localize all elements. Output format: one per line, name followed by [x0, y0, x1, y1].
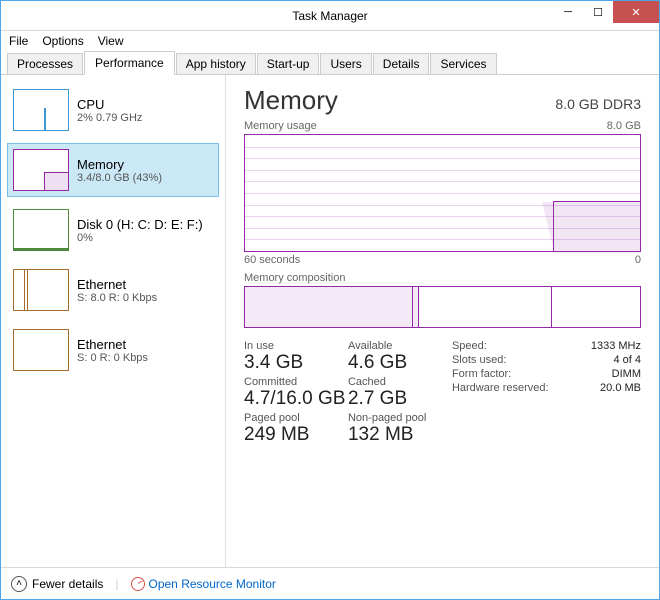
footer: ˄ Fewer details | Open Resource Monitor: [1, 567, 659, 599]
resource-monitor-icon: [131, 577, 145, 591]
sidebar-item-ethernet-1[interactable]: Ethernet S: 8.0 R: 0 Kbps: [7, 263, 219, 317]
kv-hw: Hardware reserved:20.0 MB: [452, 382, 641, 394]
window-title: Task Manager: [292, 9, 367, 23]
sidebar-text: Ethernet S: 0 R: 0 Kbps: [77, 329, 148, 371]
tab-performance[interactable]: Performance: [84, 51, 175, 75]
capacity-label: 8.0 GB DDR3: [555, 96, 641, 112]
sidebar-item-label: Ethernet: [77, 337, 148, 352]
stat-committed: Committed 4.7/16.0 GB: [244, 376, 348, 410]
stat-inuse: In use 3.4 GB: [244, 340, 348, 374]
sidebar-item-cpu[interactable]: CPU 2% 0.79 GHz: [7, 83, 219, 137]
sidebar-item-sub: 3.4/8.0 GB (43%): [77, 172, 162, 184]
comp-standby: [419, 287, 552, 327]
sidebar: CPU 2% 0.79 GHz Memory 3.4/8.0 GB (43%) …: [1, 75, 226, 567]
sidebar-item-ethernet-2[interactable]: Ethernet S: 0 R: 0 Kbps: [7, 323, 219, 377]
menubar: File Options View: [1, 31, 659, 51]
stats: In use 3.4 GB Available 4.6 GB Committed…: [244, 340, 641, 448]
main-panel: Memory 8.0 GB DDR3 Memory usage 8.0 GB: [226, 75, 659, 567]
divider: |: [115, 577, 118, 591]
stat-available: Available 4.6 GB: [348, 340, 452, 374]
ethernet-thumb-icon: [13, 269, 69, 311]
content: CPU 2% 0.79 GHz Memory 3.4/8.0 GB (43%) …: [1, 75, 659, 567]
maximize-button[interactable]: ☐: [583, 1, 613, 23]
stat-nonpaged: Non-paged pool 132 MB: [348, 412, 452, 446]
kv-speed: Speed:1333 MHz: [452, 340, 641, 352]
composition-label-row: Memory composition: [244, 272, 641, 284]
comp-inuse: [245, 287, 413, 327]
usage-label: Memory usage: [244, 120, 317, 132]
usage-max: 8.0 GB: [607, 120, 641, 132]
tab-processes[interactable]: Processes: [7, 53, 83, 74]
sidebar-text: Disk 0 (H: C: D: E: F:) 0%: [77, 209, 203, 251]
tab-users[interactable]: Users: [320, 53, 371, 74]
chevron-up-icon: ˄: [11, 576, 27, 592]
close-button[interactable]: ✕: [613, 1, 659, 23]
stats-left: In use 3.4 GB Available 4.6 GB Committed…: [244, 340, 452, 448]
stat-paged: Paged pool 249 MB: [244, 412, 348, 446]
sidebar-item-label: Disk 0 (H: C: D: E: F:): [77, 217, 203, 232]
menu-view[interactable]: View: [98, 34, 124, 48]
tabstrip: Processes Performance App history Start-…: [1, 51, 659, 75]
sidebar-text: Memory 3.4/8.0 GB (43%): [77, 149, 162, 191]
tab-services[interactable]: Services: [430, 53, 496, 74]
window-controls: ─ ☐ ✕: [553, 1, 659, 23]
time-left: 60 seconds: [244, 254, 300, 266]
sidebar-item-label: Memory: [77, 157, 162, 172]
fewer-label: Fewer details: [32, 577, 103, 591]
sidebar-item-label: Ethernet: [77, 277, 157, 292]
page-title: Memory: [244, 85, 338, 116]
tab-details[interactable]: Details: [373, 53, 430, 74]
sidebar-item-sub: 2% 0.79 GHz: [77, 112, 142, 124]
graph-fill: [553, 201, 640, 251]
monitor-label: Open Resource Monitor: [149, 577, 276, 591]
tab-apphistory[interactable]: App history: [176, 53, 256, 74]
cpu-thumb-icon: [13, 89, 69, 131]
task-manager-window: Task Manager ─ ☐ ✕ File Options View Pro…: [0, 0, 660, 600]
menu-options[interactable]: Options: [42, 34, 83, 48]
memory-composition-bar[interactable]: [244, 286, 641, 328]
comp-free: [552, 287, 640, 327]
open-resource-monitor-link[interactable]: Open Resource Monitor: [131, 577, 276, 591]
stat-cached: Cached 2.7 GB: [348, 376, 452, 410]
menu-file[interactable]: File: [9, 34, 28, 48]
usage-graph-section: Memory usage 8.0 GB: [244, 120, 641, 266]
sidebar-item-sub: 0%: [77, 232, 203, 244]
fewer-details-button[interactable]: ˄ Fewer details: [11, 576, 103, 592]
time-right: 0: [635, 254, 641, 266]
sidebar-item-memory[interactable]: Memory 3.4/8.0 GB (43%): [7, 143, 219, 197]
tab-startup[interactable]: Start-up: [257, 53, 320, 74]
stats-right: Speed:1333 MHz Slots used:4 of 4 Form fa…: [452, 340, 641, 448]
disk-thumb-icon: [13, 209, 69, 251]
ethernet-thumb-icon: [13, 329, 69, 371]
graph-label-row: Memory usage 8.0 GB: [244, 120, 641, 132]
sidebar-item-sub: S: 8.0 R: 0 Kbps: [77, 292, 157, 304]
kv-slots: Slots used:4 of 4: [452, 354, 641, 366]
sidebar-item-sub: S: 0 R: 0 Kbps: [77, 352, 148, 364]
minimize-button[interactable]: ─: [553, 1, 583, 23]
memory-thumb-icon: [13, 149, 69, 191]
sidebar-text: CPU 2% 0.79 GHz: [77, 89, 142, 131]
memory-usage-graph[interactable]: [244, 134, 641, 252]
sidebar-item-disk[interactable]: Disk 0 (H: C: D: E: F:) 0%: [7, 203, 219, 257]
sidebar-text: Ethernet S: 8.0 R: 0 Kbps: [77, 269, 157, 311]
composition-section: Memory composition: [244, 272, 641, 328]
titlebar[interactable]: Task Manager ─ ☐ ✕: [1, 1, 659, 31]
main-header: Memory 8.0 GB DDR3: [244, 85, 641, 116]
composition-label: Memory composition: [244, 272, 345, 284]
kv-form: Form factor:DIMM: [452, 368, 641, 380]
sidebar-item-label: CPU: [77, 97, 142, 112]
graph-time-row: 60 seconds 0: [244, 254, 641, 266]
